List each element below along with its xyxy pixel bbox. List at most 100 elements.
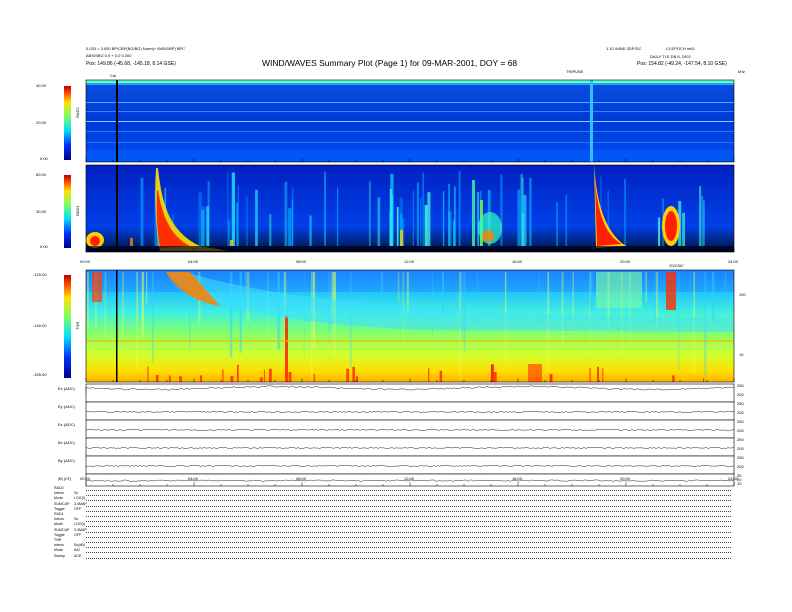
rad1-x-tick-label: 16:00 bbox=[512, 259, 523, 264]
tnr-tick-top: -125.00 bbox=[33, 272, 47, 277]
rad1-panel bbox=[86, 162, 734, 252]
rad1-x-tick-label: 04:00 bbox=[188, 259, 199, 264]
info-row: Mode A/D bbox=[54, 549, 80, 553]
info-value: ACE bbox=[74, 553, 82, 558]
rad1-tick-bottom: 0.00 bbox=[40, 244, 48, 249]
info-value: Sc bbox=[74, 517, 79, 522]
info-dotted-line bbox=[86, 547, 731, 549]
info-value: OFF bbox=[74, 506, 82, 511]
line-panel-right-tick: 250 bbox=[737, 401, 744, 406]
info-row: RAD2 bbox=[54, 486, 74, 491]
tnr-tick-bottom: -155.00 bbox=[33, 372, 47, 377]
info-value: LOG(I) bbox=[74, 496, 85, 501]
line-panel-right-tick: 250 bbox=[737, 455, 744, 460]
tnr-ylabel: TNR bbox=[75, 321, 80, 330]
rad2-tick-mid: 20.00 bbox=[36, 120, 47, 125]
tnr-tick-mid: -140.00 bbox=[33, 323, 47, 328]
info-row: SUMCAP 3.4MAP bbox=[54, 527, 87, 533]
line-panel-right-tick: 200 bbox=[737, 428, 744, 433]
bottom-x-tick-label: 20:00 bbox=[620, 476, 631, 481]
info-key: Intens. bbox=[54, 543, 65, 548]
info-dotted-line bbox=[86, 536, 731, 538]
rad1-x-tick-label: 08:00 bbox=[296, 259, 307, 264]
bottom-x-tick-label: 08:00 bbox=[296, 476, 307, 481]
info-dotted-line bbox=[86, 542, 731, 543]
summary-plot bbox=[64, 79, 735, 487]
info-key: Mode bbox=[54, 496, 63, 501]
info-dotted-line bbox=[86, 495, 731, 497]
info-key: Sweep bbox=[54, 553, 65, 558]
line-panel-right-tick: 250 bbox=[737, 437, 744, 442]
info-dotted-line bbox=[86, 505, 731, 507]
info-row: Intens. Sc bbox=[54, 517, 79, 522]
info-key: SUMCAP bbox=[54, 527, 70, 532]
info-key: SUMCAP bbox=[54, 501, 70, 506]
line-panels bbox=[85, 383, 735, 487]
line-panel-label: Bx (ADC) bbox=[58, 440, 75, 445]
info-value: 3.4MAP bbox=[74, 527, 87, 532]
info-dotted-line bbox=[86, 516, 731, 517]
info-row: Intens. Sc bbox=[54, 491, 79, 496]
info-key: Toggle bbox=[54, 532, 65, 537]
rad1-x-tick-label: 20:00 bbox=[620, 259, 631, 264]
info-row: RAD1 bbox=[54, 512, 74, 517]
line-panel-label: |B| (nT) bbox=[58, 476, 72, 481]
info-row: Toggle OFF bbox=[54, 506, 82, 512]
rad2-tick-top: 40.00 bbox=[36, 83, 47, 88]
line-panel-label: Ex (ADC) bbox=[58, 386, 75, 391]
info-dotted-line bbox=[86, 552, 731, 554]
line-panel-right-tick: 250 bbox=[737, 419, 744, 424]
info-key: Mode bbox=[54, 522, 63, 527]
info-key: Mode bbox=[54, 548, 63, 553]
tnr-panel bbox=[86, 270, 734, 382]
info-row: Mode LOG(I) bbox=[54, 523, 85, 527]
bottom-x-tick-label: 12:00 bbox=[404, 476, 415, 481]
info-dotted-line bbox=[86, 526, 731, 528]
info-value: OFF bbox=[74, 532, 82, 537]
rad1-ylabel: RAD1 bbox=[75, 205, 80, 216]
line-panel-right-tick: 200 bbox=[737, 392, 744, 397]
line-panel-right-tick: 10 bbox=[737, 481, 742, 486]
info-value: Sc bbox=[74, 491, 79, 496]
info-dotted-line bbox=[86, 510, 731, 512]
bottom-x-tick-label: 24:00 bbox=[728, 476, 739, 481]
line-panel-right-tick: 200 bbox=[737, 464, 744, 469]
line-panel-3 bbox=[85, 419, 735, 439]
info-key: Toggle bbox=[54, 506, 65, 511]
rad1-tick-top: 60.00 bbox=[36, 172, 47, 177]
rad1-x-tick-label: 00:00 bbox=[80, 259, 91, 264]
bottom-x-tick-label: 04:00 bbox=[188, 476, 199, 481]
info-key: RAD2 bbox=[54, 486, 64, 490]
info-key: Intens. bbox=[54, 517, 65, 522]
info-row: Toggle OFF bbox=[54, 532, 82, 538]
info-dotted-line bbox=[86, 521, 731, 523]
info-row: Mode LOG(I) bbox=[54, 497, 85, 501]
info-value: 3.4MAP bbox=[74, 501, 87, 506]
rad2-tick-bottom: 0.00 bbox=[40, 156, 48, 161]
info-row: Intens. Sc(dB) bbox=[54, 543, 85, 548]
info-value: LOG(I) bbox=[74, 522, 85, 527]
info-dotted-line bbox=[86, 557, 731, 559]
tnr-right-tick-10: 10 bbox=[739, 352, 744, 357]
line-panel-label: Ey (ADC) bbox=[58, 404, 75, 409]
info-key: RAD1 bbox=[54, 512, 64, 516]
line-panel-right-tick: 200 bbox=[737, 410, 744, 415]
line-panel-label: By (ADC) bbox=[58, 458, 75, 463]
rad2-colorbar bbox=[64, 86, 71, 160]
info-value: Sc(dB) bbox=[74, 543, 85, 548]
rad2-panel bbox=[86, 80, 734, 162]
info-dotted-line bbox=[86, 500, 731, 502]
tnr-colorbar bbox=[64, 275, 71, 378]
bottom-x-tick-label: 16:00 bbox=[512, 476, 523, 481]
info-row: Sweep ACE bbox=[54, 553, 82, 559]
info-row: TNR bbox=[54, 538, 74, 543]
info-row: SUMCAP 3.4MAP bbox=[54, 501, 87, 507]
rad1-x-tick-label: 12:00 bbox=[404, 259, 415, 264]
line-panel-right-tick: 200 bbox=[737, 446, 744, 451]
info-dotted-line bbox=[86, 490, 731, 491]
rad1-tick-mid: 30.00 bbox=[36, 209, 47, 214]
info-key: Intens. bbox=[54, 491, 65, 496]
rad1-colorbar bbox=[64, 175, 71, 248]
info-dotted-line bbox=[86, 531, 731, 533]
line-panel-right-tick: 250 bbox=[737, 383, 744, 388]
